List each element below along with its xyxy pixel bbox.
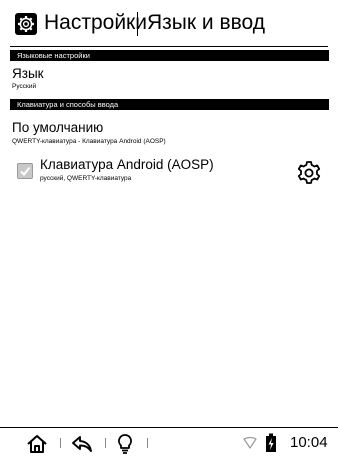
android-keyboard-value: русский, QWERTY-клавиатура	[40, 175, 132, 182]
bottom-bar-divider	[0, 427, 338, 428]
clock: 10:04	[290, 434, 328, 451]
section-header-language: Языковые настройки	[10, 50, 329, 61]
keyboard-settings-gear-icon[interactable]	[296, 160, 322, 186]
header-divider	[10, 46, 328, 47]
title-bar: Настройки Язык и ввод	[0, 0, 338, 48]
battery-charging-icon	[266, 433, 276, 452]
app-title: Настройки	[44, 11, 147, 34]
default-keyboard-value: QWERTY-клавиатура - Клавиатура Android (…	[12, 138, 166, 145]
default-keyboard-title: По умолчанию	[12, 120, 104, 135]
language-value: Русский	[12, 83, 37, 90]
android-keyboard-checkbox[interactable]	[17, 163, 33, 179]
settings-app-icon[interactable]	[15, 13, 37, 35]
home-icon[interactable]	[26, 433, 48, 455]
gear-icon	[18, 16, 34, 32]
android-keyboard-title: Клавиатура Android (AOSP)	[40, 157, 214, 172]
page-title: Язык и ввод	[147, 11, 266, 34]
wifi-icon	[243, 437, 257, 449]
section-header-keyboard: Клавиатура и способы ввода	[10, 99, 329, 110]
nav-separator	[147, 438, 148, 448]
lightbulb-icon[interactable]	[114, 433, 136, 455]
language-title: Язык	[12, 66, 44, 81]
back-icon[interactable]	[71, 433, 93, 455]
title-divider	[137, 12, 138, 36]
nav-separator	[60, 438, 61, 448]
nav-separator	[105, 438, 106, 448]
checkmark-icon	[20, 166, 31, 177]
